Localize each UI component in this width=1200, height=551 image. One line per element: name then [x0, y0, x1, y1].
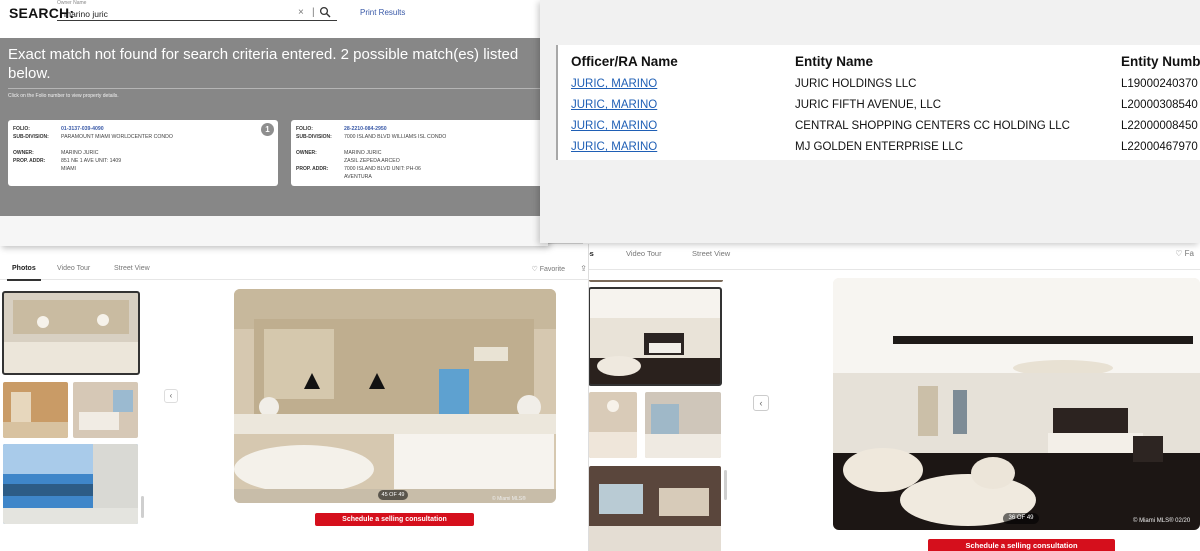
main-photo[interactable] — [234, 289, 556, 503]
thumbnail[interactable] — [3, 444, 138, 524]
photo-counter: 45 OF 49 — [378, 490, 408, 500]
address-city: AVENTURA — [344, 174, 372, 180]
subdivision-value: 7000 ISLAND BLVD WILLIAMS ISL CONDO — [344, 134, 447, 140]
bedroom-photo — [833, 278, 1200, 530]
entity-number: L19000240370 — [1121, 78, 1198, 90]
print-results-link[interactable]: Print Results — [360, 8, 405, 17]
search-icon[interactable] — [319, 6, 331, 21]
window-footer — [0, 216, 548, 246]
folio-link[interactable]: 01-3137-039-4090 — [61, 126, 104, 132]
results-panel: Exact match not found for search criteri… — [0, 38, 548, 216]
subdivision-label: SUB-DIVISION: — [13, 134, 49, 140]
entity-number: L22000467970 — [1121, 141, 1198, 153]
tab-street-view[interactable]: Street View — [114, 265, 150, 272]
thumbnail-strip — [589, 280, 723, 551]
schedule-consultation-button[interactable]: Schedule a selling consultation — [928, 539, 1115, 551]
thumbnail-strip — [2, 291, 140, 551]
address-city: MIAMI — [61, 166, 76, 172]
thumbnail[interactable] — [73, 382, 138, 438]
clear-icon[interactable]: × — [298, 7, 304, 18]
thumbnail-scrollbar[interactable] — [724, 470, 727, 500]
owner-value: MARINO JURIC — [344, 150, 382, 156]
divider — [8, 88, 540, 89]
owner-name-value[interactable]: marino juric — [64, 9, 108, 19]
main-photo[interactable] — [833, 278, 1200, 530]
address-label: PROP. ADDR: — [13, 158, 46, 164]
bathroom-photo — [3, 292, 139, 374]
address-line: 851 NE 1 AVE UNIT: 1409 — [61, 158, 122, 164]
schedule-consultation-button[interactable]: Schedule a selling consultation — [315, 513, 474, 526]
entity-name: JURIC FIFTH AVENUE, LLC — [795, 99, 942, 111]
bathroom-photo — [234, 289, 556, 503]
no-exact-match-message: Exact match not found for search criteri… — [8, 46, 519, 82]
owner-value: ZASIL ZEPEDA ARCEO — [344, 158, 400, 164]
entity-number: L22000008450 — [1121, 120, 1198, 132]
entity-name: CENTRAL SHOPPING CENTERS CC HOLDING LLC — [795, 120, 1070, 132]
entity-name: MJ GOLDEN ENTERPRISE LLC — [795, 141, 964, 153]
favorite-button[interactable]: ♡ Favorite — [531, 265, 565, 273]
thumbnail[interactable] — [3, 382, 68, 438]
prev-photo-button[interactable]: ‹ — [753, 395, 769, 411]
folio-label: FOLIO: — [13, 126, 30, 132]
prev-photo-button[interactable]: ‹ — [164, 389, 178, 403]
column-header-entity: Entity Name — [795, 54, 874, 69]
share-icon[interactable]: ⇪ — [580, 264, 587, 273]
owner-label: OWNER: — [13, 150, 34, 156]
photo-counter: 36 OF 49 — [1003, 513, 1039, 524]
result-number-badge: 1 — [261, 123, 274, 136]
listing-window-left: Photos Video Tour Street View ♡ Favorite… — [0, 244, 589, 551]
officer-link[interactable]: JURIC, MARINO — [571, 120, 657, 132]
address-line: 7000 ISLAND BLVD UNIT: PH-06 — [344, 166, 421, 172]
tab-photos[interactable]: Photos — [7, 265, 41, 281]
officer-link[interactable]: JURIC, MARINO — [571, 78, 657, 90]
tab-street-view[interactable]: Street View — [692, 249, 730, 258]
folio-link[interactable]: 28-2210-084-2950 — [344, 126, 387, 132]
thumbnail[interactable] — [645, 392, 721, 458]
thumbnail-selected[interactable] — [2, 291, 140, 375]
photo-tabbar: Photos Video Tour Street View ♡ Favorite… — [0, 258, 588, 281]
owner-value: MARINO JURIC — [61, 150, 99, 156]
field-separator: | — [312, 7, 315, 18]
thumbnail-selected[interactable] — [589, 287, 722, 386]
thumbnail[interactable] — [589, 392, 637, 458]
result-card: 1 FOLIO: 01-3137-039-4090 SUB-DIVISION: … — [8, 120, 278, 186]
officer-ra-window: Officer/RA Name Entity Name Entity Numb … — [540, 0, 1200, 243]
property-search-window: SEARCH: Owner Name marino juric × | Prin… — [0, 0, 548, 246]
result-card: FOLIO: 28-2210-084-2950 SUB-DIVISION: 70… — [291, 120, 548, 186]
mls-copyright: © Miami MLS® 02/20 — [1133, 518, 1191, 524]
owner-label: OWNER: — [296, 150, 317, 156]
entity-name: JURIC HOLDINGS LLC — [795, 78, 917, 90]
column-header-number: Entity Numb — [1121, 54, 1200, 69]
address-label: PROP. ADDR: — [296, 166, 329, 172]
tab-video-tour[interactable]: Video Tour — [57, 265, 90, 272]
entity-number: L20000308540 — [1121, 99, 1198, 111]
officer-link[interactable]: JURIC, MARINO — [571, 99, 657, 111]
folio-hint: Click on the Folio number to view proper… — [8, 93, 119, 99]
favorite-button[interactable]: ♡ Fa — [1175, 249, 1194, 258]
mls-copyright: © Miami MLS® — [492, 496, 526, 502]
officer-table: Officer/RA Name Entity Name Entity Numb … — [556, 45, 1200, 160]
subdivision-label: SUB-DIVISION: — [296, 134, 332, 140]
owner-name-input[interactable]: marino juric × | — [57, 6, 337, 21]
listing-window-right: os Video Tour Street View ♡ Fa ‹ 36 OF 4… — [583, 238, 1200, 551]
column-header-officer: Officer/RA Name — [571, 54, 678, 69]
thumbnail[interactable] — [589, 466, 721, 551]
folio-label: FOLIO: — [296, 126, 313, 132]
bedroom-photo — [589, 288, 721, 385]
officer-link[interactable]: JURIC, MARINO — [571, 141, 657, 153]
tab-video-tour[interactable]: Video Tour — [626, 249, 662, 258]
thumbnail-scrollbar[interactable] — [141, 496, 144, 518]
thumbnail[interactable] — [589, 280, 723, 282]
subdivision-value: PARAMOUNT MIAMI WORLDCENTER CONDO — [61, 134, 173, 140]
